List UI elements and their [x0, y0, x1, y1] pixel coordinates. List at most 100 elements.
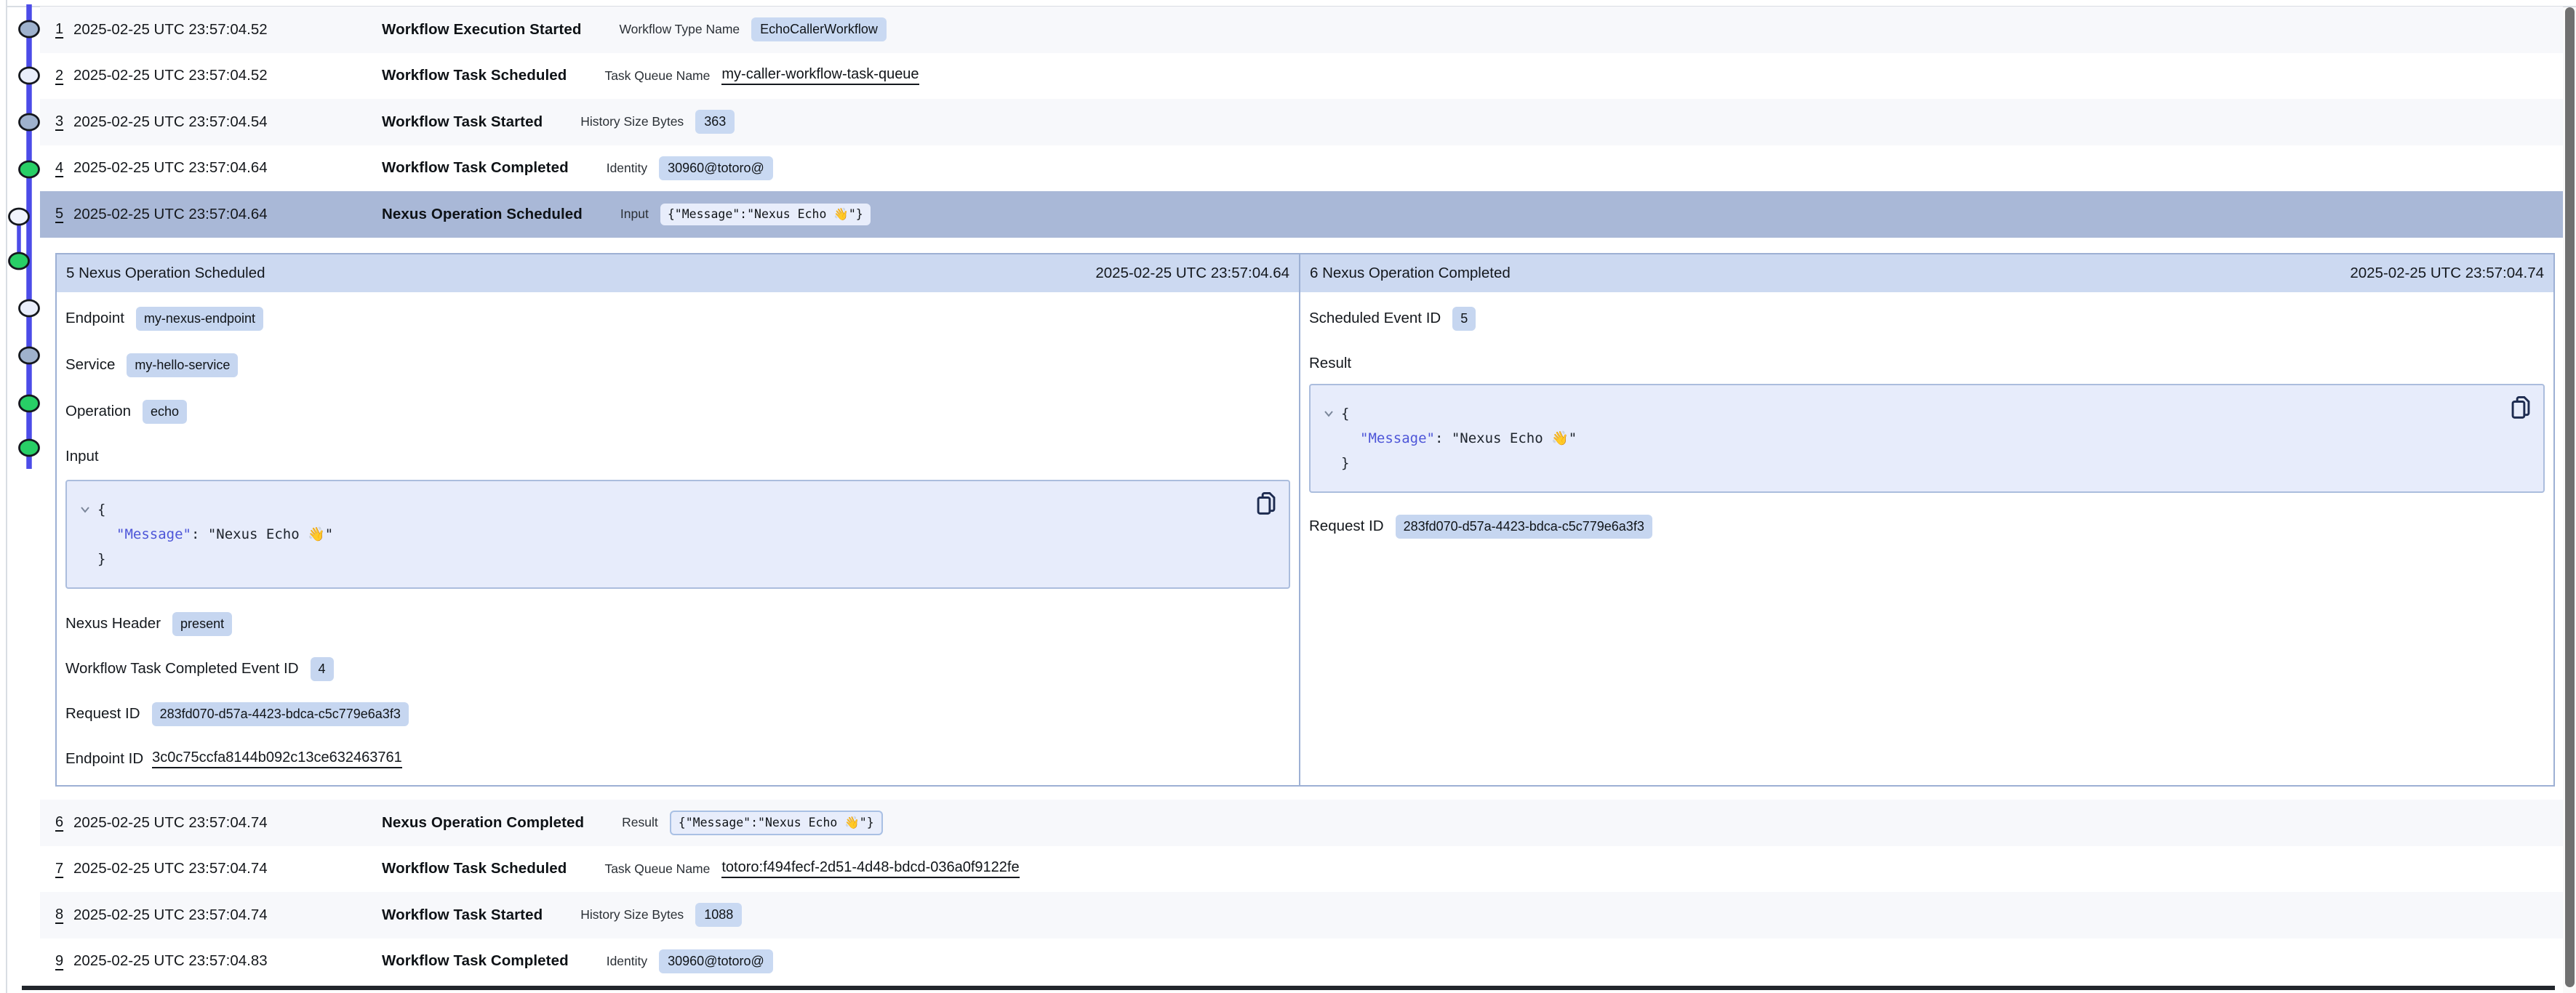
event-detail-label: Identity	[607, 954, 647, 969]
pane-title: 6 Nexus Operation Completed	[1310, 265, 1511, 282]
event-dot-7[interactable]	[20, 300, 39, 316]
event-row-9[interactable]: 9 2025-02-25 UTC 23:57:04.83 Workflow Ta…	[40, 938, 2563, 985]
pane-timestamp: 2025-02-25 UTC 23:57:04.64	[1095, 265, 1289, 282]
event-timestamp: 2025-02-25 UTC 23:57:04.64	[73, 159, 382, 177]
event-row-2[interactable]: 2 2025-02-25 UTC 23:57:04.52 Workflow Ta…	[40, 53, 2563, 100]
field-label: Scheduled Event ID	[1309, 310, 1441, 327]
event-row-4[interactable]: 4 2025-02-25 UTC 23:57:04.64 Workflow Ta…	[40, 145, 2563, 192]
event-number-link[interactable]: 3	[40, 113, 73, 130]
service-badge: my-hello-service	[127, 353, 238, 377]
operation-badge: echo	[143, 400, 187, 424]
pane-header: 5 Nexus Operation Scheduled 2025-02-25 U…	[57, 254, 1299, 292]
nexus-header-field: Nexus Header present	[65, 611, 1290, 637]
result-json-viewer: { "Message" : "Nexus Echo 👋" }	[1309, 384, 2545, 493]
event-number-link[interactable]: 7	[40, 861, 73, 877]
event-number-link[interactable]: 4	[40, 160, 73, 177]
nexus-operation-scheduled-pane: 5 Nexus Operation Scheduled 2025-02-25 U…	[57, 254, 1300, 785]
endpoint-badge: my-nexus-endpoint	[136, 307, 263, 331]
event-dot-8[interactable]	[20, 347, 39, 363]
event-row-3[interactable]: 3 2025-02-25 UTC 23:57:04.54 Workflow Ta…	[40, 99, 2563, 145]
collapse-chevron-icon[interactable]	[80, 506, 97, 513]
event-number-link[interactable]: 9	[40, 953, 73, 970]
request-id-badge: 283fd070-d57a-4423-bdca-c5c779e6a3f3	[1396, 515, 1652, 539]
input-label: Input	[65, 448, 1290, 467]
copy-icon[interactable]	[1255, 491, 1277, 516]
event-number-link[interactable]: 6	[40, 814, 73, 831]
event-history-list-continued: 6 2025-02-25 UTC 23:57:04.74 Nexus Opera…	[40, 800, 2563, 984]
scrollbar-thumb[interactable]	[2565, 7, 2575, 987]
event-result-json-badge: {"Message":"Nexus Echo 👋"}	[670, 811, 883, 835]
operation-field: Operation echo	[65, 398, 1290, 425]
event-number-link[interactable]: 8	[40, 906, 73, 923]
input-json-viewer: { "Message" : "Nexus Echo 👋" }	[65, 480, 1290, 589]
json-key: "Message"	[1360, 426, 1435, 451]
event-dot-4[interactable]	[20, 161, 39, 177]
event-type: Workflow Task Scheduled	[382, 860, 567, 877]
copy-icon[interactable]	[2510, 395, 2532, 420]
pane-header: 6 Nexus Operation Completed 2025-02-25 U…	[1300, 254, 2553, 292]
json-line-close: }	[1324, 451, 2530, 475]
scheduled-event-id-field: Scheduled Event ID 5	[1309, 305, 2545, 331]
event-detail-label: Result	[622, 815, 658, 830]
pane-body: Scheduled Event ID 5 Result { "Message" …	[1300, 305, 2553, 539]
json-line-open: {	[80, 497, 1276, 522]
result-label: Result	[1309, 355, 2545, 374]
event-type: Nexus Operation Completed	[382, 814, 584, 832]
event-detail-label: Task Queue Name	[604, 861, 710, 877]
event-row-1[interactable]: 1 2025-02-25 UTC 23:57:04.52 Workflow Ex…	[40, 7, 2563, 53]
json-line-message: "Message" : "Nexus Echo 👋"	[80, 522, 1276, 547]
event-dot-9[interactable]	[20, 395, 39, 411]
endpoint-field: Endpoint my-nexus-endpoint	[65, 305, 1290, 331]
event-type: Workflow Task Scheduled	[382, 67, 567, 84]
field-label: Operation	[65, 403, 131, 420]
event-row-5-selected[interactable]: 5 2025-02-25 UTC 23:57:04.64 Nexus Opera…	[40, 191, 2563, 238]
event-dot-10[interactable]	[20, 440, 39, 456]
field-label: Endpoint ID	[65, 750, 143, 768]
json-value: : "Nexus Echo 👋"	[1435, 426, 1577, 451]
event-detail-badge: 1088	[695, 903, 742, 927]
event-type: Nexus Operation Scheduled	[382, 206, 583, 223]
event-detail-label: Workflow Type Name	[619, 22, 740, 37]
wftc-event-id-field: Workflow Task Completed Event ID 4	[65, 656, 1290, 682]
event-input-json-badge: {"Message":"Nexus Echo 👋"}	[660, 204, 871, 225]
request-id-field: Request ID 283fd070-d57a-4423-bdca-c5c77…	[65, 701, 1290, 727]
event-number-link[interactable]: 1	[40, 21, 73, 38]
event-type: Workflow Task Completed	[382, 952, 569, 970]
pane-timestamp: 2025-02-25 UTC 23:57:04.74	[2350, 265, 2544, 282]
event-type: Workflow Task Started	[382, 113, 543, 131]
event-type: Workflow Execution Started	[382, 21, 581, 39]
json-line-close: }	[80, 547, 1276, 571]
wftc-event-id-badge: 4	[311, 657, 334, 681]
collapse-chevron-icon[interactable]	[1324, 410, 1341, 417]
event-dot-1[interactable]	[20, 21, 39, 37]
pane-title: 5 Nexus Operation Scheduled	[66, 265, 265, 282]
event-timestamp: 2025-02-25 UTC 23:57:04.74	[73, 906, 382, 924]
field-label: Workflow Task Completed Event ID	[65, 660, 299, 678]
task-queue-link[interactable]: totoro:f494fecf-2d51-4d48-bdcd-036a0f912…	[721, 859, 1019, 878]
event-timestamp: 2025-02-25 UTC 23:57:04.52	[73, 21, 382, 39]
scheduled-event-id-badge: 5	[1452, 307, 1476, 331]
event-detail-badge: EchoCallerWorkflow	[751, 17, 887, 41]
event-dot-6[interactable]	[9, 253, 29, 269]
event-type: Workflow Task Completed	[382, 159, 569, 177]
event-detail-label: Input	[620, 206, 649, 222]
event-dot-2[interactable]	[20, 68, 39, 84]
event-number-link[interactable]: 2	[40, 68, 73, 84]
endpoint-id-link[interactable]: 3c0c75ccfa8144b092c13ce632463761	[152, 749, 402, 768]
event-timestamp: 2025-02-25 UTC 23:57:04.54	[73, 113, 382, 131]
nexus-operation-completed-pane: 6 Nexus Operation Completed 2025-02-25 U…	[1300, 254, 2553, 785]
nexus-header-badge: present	[172, 612, 232, 636]
json-line-message: "Message" : "Nexus Echo 👋"	[1324, 426, 2530, 451]
event-detail-label: Task Queue Name	[604, 68, 710, 84]
request-id-field: Request ID 283fd070-d57a-4423-bdca-c5c77…	[1309, 513, 2545, 539]
event-dot-5[interactable]	[9, 209, 29, 225]
event-row-8[interactable]: 8 2025-02-25 UTC 23:57:04.74 Workflow Ta…	[40, 892, 2563, 938]
event-dot-3[interactable]	[20, 114, 39, 130]
event-row-6[interactable]: 6 2025-02-25 UTC 23:57:04.74 Nexus Opera…	[40, 800, 2563, 846]
field-label: Nexus Header	[65, 615, 161, 632]
event-number-link[interactable]: 5	[40, 206, 73, 222]
event-detail-panel: 5 Nexus Operation Scheduled 2025-02-25 U…	[55, 253, 2555, 787]
task-queue-link[interactable]: my-caller-workflow-task-queue	[721, 66, 919, 85]
event-row-7[interactable]: 7 2025-02-25 UTC 23:57:04.74 Workflow Ta…	[40, 846, 2563, 893]
event-type: Workflow Task Started	[382, 906, 543, 924]
